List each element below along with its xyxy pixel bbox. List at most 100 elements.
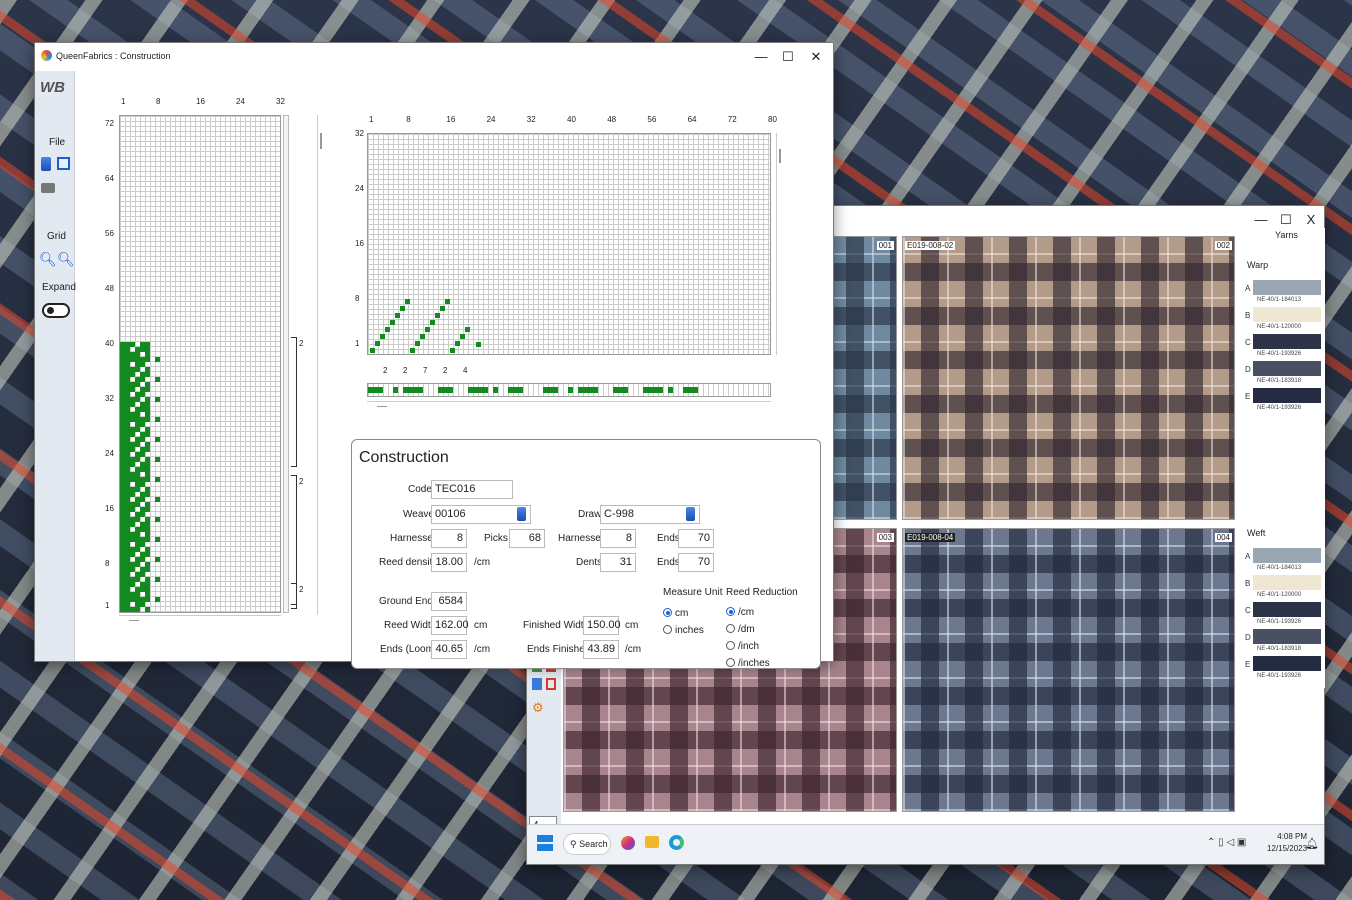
weave-browse-button[interactable]: [517, 507, 526, 521]
code-label: Code: [408, 484, 432, 495]
x-tick-label: 24: [486, 115, 496, 124]
code-input[interactable]: TEC016: [431, 480, 513, 499]
yarn-letter: D: [1245, 633, 1251, 642]
draft-tick-label: 4: [463, 366, 468, 375]
toolbar-icon-blue[interactable]: [532, 678, 542, 690]
ends2-input[interactable]: 70: [678, 553, 714, 572]
harnesses2-input[interactable]: 8: [600, 529, 636, 548]
ends-finished-input[interactable]: 43.89: [583, 640, 619, 659]
grid-label: Grid: [47, 231, 66, 242]
expand-toggle[interactable]: [42, 303, 70, 318]
toolbar-icon-hourglass[interactable]: [546, 678, 556, 690]
zoom-out-icon[interactable]: 🔍︎: [39, 251, 57, 268]
left-grid-hscroll[interactable]: [119, 615, 281, 625]
window-title: QueenFabrics : Construction: [56, 51, 171, 61]
y-tick-label: 72: [105, 119, 114, 128]
app-icon[interactable]: [621, 836, 635, 850]
bell-icon[interactable]: 🔔︎: [1305, 837, 1319, 850]
reed-width-input[interactable]: 162.00: [431, 616, 469, 635]
y-tick-label: 16: [355, 239, 364, 248]
yarn-swatch[interactable]: [1253, 656, 1321, 671]
minimize-button[interactable]: —: [747, 43, 775, 71]
maximize-button[interactable]: ☐: [774, 43, 802, 71]
y-tick-label: 32: [105, 394, 114, 403]
print-icon[interactable]: [41, 183, 55, 193]
draft-tick-label: 2: [403, 366, 408, 375]
ends-loom-input[interactable]: 40.65: [431, 640, 467, 659]
threading-grid[interactable]: [119, 115, 281, 613]
weave-grid-scrollbar[interactable]: [776, 133, 784, 355]
reed-cm-label: /cm: [738, 607, 755, 618]
gears-icon[interactable]: ⚙: [532, 700, 544, 716]
left-grid-scrollbar[interactable]: [317, 115, 325, 615]
fabric-tile[interactable]: E019-008-02 002: [902, 236, 1235, 520]
file-label: File: [49, 137, 66, 148]
yarn-swatch[interactable]: [1253, 280, 1321, 295]
weave-input[interactable]: 00106: [431, 505, 531, 524]
measure-inches-label: inches: [675, 625, 704, 636]
weave-grid-hscroll[interactable]: [367, 401, 771, 411]
yarn-swatch[interactable]: [1253, 388, 1321, 403]
search-label: Search: [579, 839, 608, 849]
yarn-name: NE-40/1-184013: [1257, 565, 1302, 571]
tile-name: E019-008-02: [905, 241, 956, 250]
yarn-name: NE-40/1-193926: [1257, 405, 1302, 411]
draw-input[interactable]: C-998: [600, 505, 700, 524]
x-tick-label: 1: [369, 115, 374, 124]
yarn-swatch[interactable]: [1253, 334, 1321, 349]
ends-input[interactable]: 70: [678, 529, 714, 548]
yarn-letter: C: [1245, 338, 1251, 347]
weave-pattern: [370, 299, 481, 353]
measure-cm-radio[interactable]: [663, 608, 672, 617]
logo: WB: [40, 79, 65, 96]
construction-title: Construction: [359, 449, 449, 466]
yarn-swatch[interactable]: [1253, 548, 1321, 563]
reed-dm-radio[interactable]: [726, 624, 735, 633]
weave-grid[interactable]: [367, 133, 771, 355]
harnesses-input[interactable]: 8: [431, 529, 467, 548]
draw-browse-button[interactable]: [686, 507, 695, 521]
yarn-swatch[interactable]: [1253, 361, 1321, 376]
fabric-tile[interactable]: E019-008-04 004: [902, 528, 1235, 812]
zoom-in-icon[interactable]: 🔍︎: [57, 251, 75, 268]
reed-cm-radio[interactable]: [726, 607, 735, 616]
reed-reduction-label: Reed Reduction: [726, 587, 798, 598]
folder-icon[interactable]: [645, 836, 659, 848]
yarn-swatch[interactable]: [1253, 602, 1321, 617]
yarn-swatch[interactable]: [1253, 629, 1321, 644]
yarn-name: NE-40/1-183918: [1257, 378, 1302, 384]
system-tray-icons[interactable]: ⌃ ▯ ◁ ▣: [1207, 837, 1246, 848]
warp-label: Warp: [1247, 260, 1269, 270]
reed-inch-radio[interactable]: [726, 641, 735, 650]
ends-finished-unit: /cm: [625, 644, 642, 655]
windows-start-icon[interactable]: [537, 835, 553, 851]
yarn-swatch[interactable]: [1253, 307, 1321, 322]
expand-label: Expand: [42, 282, 76, 293]
taskbar-search[interactable]: ⚲ Search: [563, 833, 611, 855]
taskbar: ⚲ Search ⌃ ▯ ◁ ▣ 4:08 PM 12/15/2023 🔔︎: [527, 824, 1324, 864]
finished-width-input[interactable]: 150.00: [583, 616, 621, 635]
yarn-swatch[interactable]: [1253, 575, 1321, 590]
tile-number: 003: [876, 533, 894, 542]
dents-label: Dents: [576, 557, 603, 568]
reed-inches-radio[interactable]: [726, 658, 735, 667]
x-tick-label: 64: [687, 115, 697, 124]
x-tick-label: 8: [156, 97, 161, 106]
save-icon[interactable]: [57, 157, 70, 170]
open-file-icon[interactable]: [41, 157, 51, 171]
reed-density-input[interactable]: 18.00: [431, 553, 467, 572]
close-button[interactable]: ✕: [802, 43, 830, 71]
color-sequence-bar[interactable]: [367, 383, 771, 397]
x-tick-label: 8: [406, 115, 411, 124]
clock[interactable]: 4:08 PM 12/15/2023: [1267, 831, 1307, 855]
y-tick-label: 8: [355, 294, 360, 303]
ends-label: Ends: [657, 533, 680, 544]
repeat-bracket: [291, 583, 297, 609]
dents-input[interactable]: 31: [600, 553, 636, 572]
picks-input[interactable]: 68: [509, 529, 545, 548]
ends-loom-label: Ends (Loom): [380, 644, 438, 655]
measure-inches-radio[interactable]: [663, 625, 672, 634]
ground-ends-input[interactable]: 6584: [431, 592, 467, 611]
edge-icon[interactable]: [669, 835, 684, 850]
reed-width-label: Reed Width: [384, 620, 437, 631]
